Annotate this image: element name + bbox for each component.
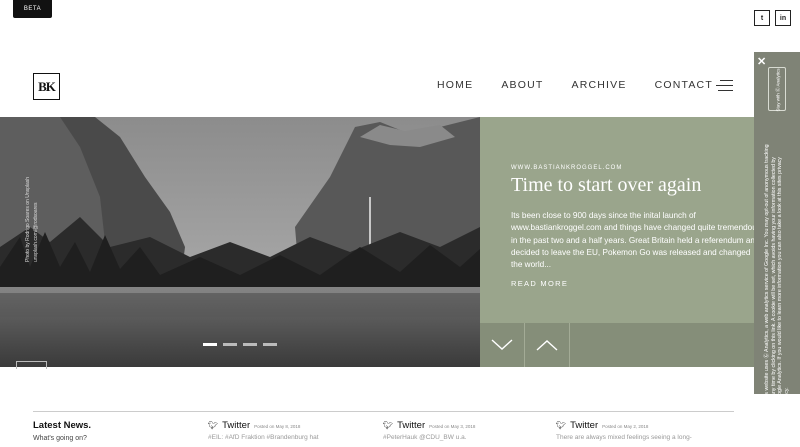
slider-dot[interactable] [243, 343, 257, 346]
slider-dot[interactable] [203, 343, 217, 346]
twitter-icon[interactable]: t [754, 10, 770, 26]
linkedin-icon[interactable]: in [775, 10, 791, 26]
stay-with-analytics-button[interactable]: Stay with Ⓖ Analytics [768, 67, 786, 112]
tweet-card[interactable]: 🐦︎ Twitter Posted on May 2, 2018 There a… [556, 420, 736, 441]
latest-subtitle: What's going on? [33, 435, 87, 442]
slider-dots [203, 343, 277, 346]
tweet-text: #PeterHauk @CDU_BW u.a. [383, 434, 467, 441]
twitter-bird-icon: 🐦︎ [208, 421, 219, 430]
section-divider [33, 411, 734, 412]
tweet-date: Posted on May 3, 2018 [429, 424, 476, 429]
post-kicker: WWW.BASTIANKROGGEL.COM [511, 165, 623, 171]
menu-icon[interactable] [716, 80, 733, 92]
tweet-date: Posted on May 2, 2018 [602, 424, 649, 429]
nav-item-archive[interactable]: ARCHIVE [571, 79, 626, 91]
tweet-text: There are always mixed feelings seeing a… [556, 434, 692, 441]
hero-corner-box [16, 361, 47, 369]
beta-badge: BETA [13, 0, 52, 18]
tweet-text: #EIL: #AfD Fraktion #Brandenburg hat [208, 434, 319, 441]
read-more-link[interactable]: READ MORE [511, 279, 568, 288]
cookie-banner: ✕ Stay with Ⓖ Analytics This website use… [754, 52, 800, 402]
tweet-card[interactable]: 🐦︎ Twitter Posted on May 3, 2018 #PeterH… [383, 420, 563, 441]
social-links: t in [754, 10, 791, 26]
arrow-down-button[interactable] [480, 323, 525, 367]
twitter-bird-icon: 🐦︎ [383, 421, 394, 430]
latest-title: Latest News. [33, 420, 92, 431]
photo-credit-url: unsplash.com/@rodsoares [33, 202, 39, 262]
arrow-up-button[interactable] [525, 323, 570, 367]
photo-credit: Photo by Rodrigo Soares on Unsplash [25, 176, 31, 262]
featured-post: WWW.BASTIANKROGGEL.COM Time to start ove… [480, 117, 761, 367]
chevron-up-icon [536, 340, 558, 351]
slider-dot[interactable] [223, 343, 237, 346]
close-icon[interactable]: ✕ [757, 55, 766, 68]
tweet-source: Twitter [222, 420, 251, 431]
nav-item-contact[interactable]: CONTACT [655, 79, 713, 91]
tweet-source: Twitter [397, 420, 426, 431]
nav-item-about[interactable]: ABOUT [501, 79, 543, 91]
twitter-bird-icon: 🐦︎ [556, 421, 567, 430]
hero-image [0, 117, 480, 367]
tweet-date: Posted on May 8, 2018 [254, 424, 301, 429]
cookie-text: This website uses Ⓖ Analytics, a web ana… [763, 144, 790, 402]
latest-news: Latest News. What's going on? [33, 420, 91, 442]
main-nav: HOME ABOUT ARCHIVE CONTACT [437, 79, 713, 91]
nav-item-home[interactable]: HOME [437, 79, 473, 91]
slider-arrows [480, 323, 755, 367]
post-excerpt: Its been close to 900 days since the ini… [511, 211, 761, 270]
tweet-source: Twitter [570, 420, 599, 431]
site-logo[interactable]: BK [33, 73, 60, 100]
post-title[interactable]: Time to start over again [511, 174, 701, 197]
slider-dot[interactable] [263, 343, 277, 346]
optout-label: Stay with Ⓖ Analytics [775, 68, 781, 112]
tweet-card[interactable]: 🐦︎ Twitter Posted on May 8, 2018 #EIL: #… [208, 420, 388, 441]
chevron-down-icon [491, 339, 513, 350]
